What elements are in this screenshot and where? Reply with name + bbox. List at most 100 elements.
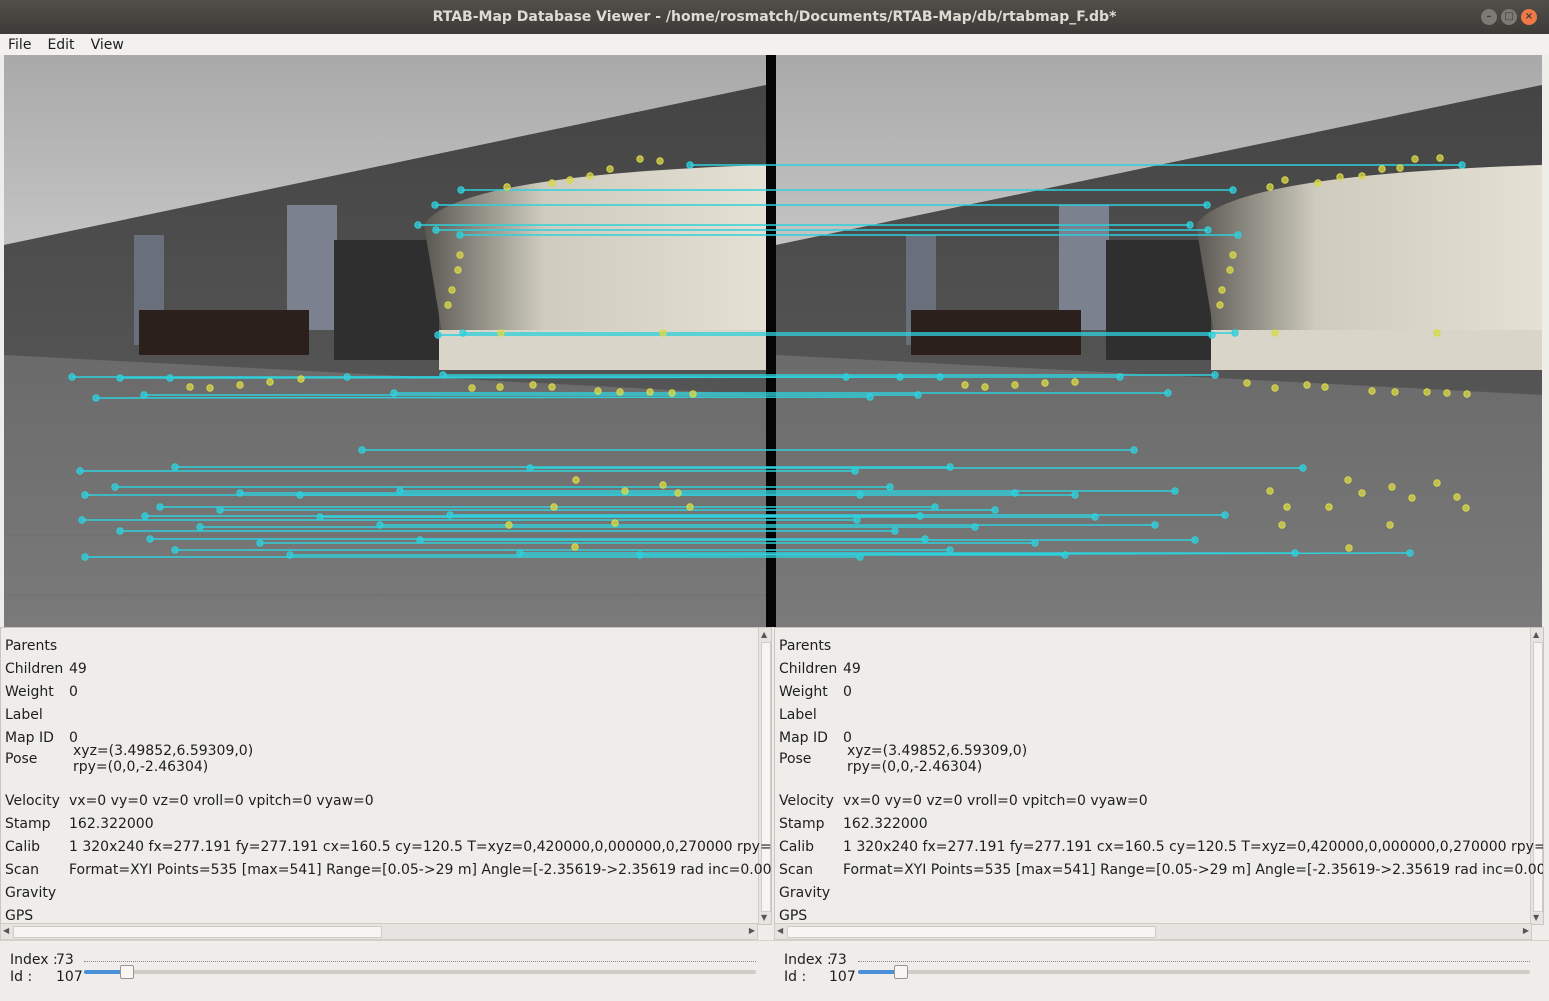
feature-match-overlay [68,154,1471,561]
keypoint-marker [550,503,558,511]
keypoint-marker [1211,371,1219,379]
info-value-secondary: rpy=(0,0,-2.46304) [73,759,209,775]
info-key: Scan [5,862,40,878]
keypoint-marker [1336,173,1344,181]
maximize-icon[interactable]: □ [1501,9,1517,25]
keypoint-marker [1281,176,1289,184]
keypoint-marker [1453,493,1461,501]
keypoint-marker [141,512,149,520]
keypoint-marker [448,286,456,294]
keypoint-marker [81,491,89,499]
keypoint-marker [853,516,861,524]
info-row: Children 49 [779,661,861,677]
keypoint-marker [689,390,697,398]
menu-file[interactable]: File [0,37,39,53]
keypoint-marker [636,155,644,163]
scroll-left-icon[interactable]: ◀ [3,926,9,935]
scroll-right-icon[interactable]: ▶ [749,926,755,935]
keypoint-marker [851,467,859,475]
keypoint-marker [961,381,969,389]
keypoint-marker [1462,504,1470,512]
keypoint-marker [1368,387,1376,395]
info-row: Weight 0 [779,684,852,700]
match-line [95,396,871,399]
keypoint-marker [674,489,682,497]
left-horizontal-scrollbar[interactable]: ◀ ▶ [0,923,758,940]
keypoint-marker [431,201,439,209]
keypoint-marker [316,513,324,521]
info-row: Stamp 162.322000 [779,816,928,832]
keypoint-marker [216,506,224,514]
info-value: vx=0 vy=0 vz=0 vroll=0 vpitch=0 vyaw=0 [69,793,374,809]
keypoint-marker [1436,154,1444,162]
keypoint-marker [156,503,164,511]
keypoint-marker [891,527,899,535]
info-key: Gravity [779,885,831,901]
info-key: Calib [779,839,815,855]
scroll-down-icon[interactable]: ▼ [1533,913,1539,922]
keypoint-marker [206,384,214,392]
right-horizontal-scrollbar[interactable]: ◀ ▶ [774,923,1532,940]
info-key: GPS [779,908,808,924]
keypoint-marker [1171,487,1179,495]
keypoint-marker [92,394,100,402]
keypoint-marker [446,511,454,519]
keypoint-marker [566,176,574,184]
keypoint-marker [516,549,524,557]
keypoint-marker [946,546,954,554]
info-key: GPS [5,908,34,924]
menu-edit[interactable]: Edit [39,37,82,53]
keypoint-marker [116,527,124,535]
keypoint-marker [1358,489,1366,497]
keypoint-marker [616,388,624,396]
left-slider-track[interactable] [84,970,756,974]
scroll-down-icon[interactable]: ▼ [761,913,767,922]
keypoint-marker [886,483,894,491]
info-key: Weight [5,684,54,700]
keypoint-marker [444,301,452,309]
minimize-icon[interactable]: – [1481,9,1497,25]
keypoint-marker [68,373,76,381]
keypoint-marker [636,551,644,559]
keypoint-marker [1071,378,1079,386]
scroll-left-icon[interactable]: ◀ [777,926,783,935]
keypoint-marker [572,476,580,484]
info-key: Parents [5,638,58,654]
keypoint-marker [1411,155,1419,163]
keypoint-marker [1234,231,1242,239]
right-info-panel[interactable]: ▲ ▼ Parents Children 49 Weight 0 Label Map ID 0… [774,627,1544,925]
keypoint-marker [1396,164,1404,172]
scroll-right-icon[interactable]: ▶ [1523,926,1529,935]
info-key: Weight [779,684,828,700]
keypoint-marker [548,383,556,391]
left-id-value: 107 [56,969,83,985]
scroll-up-icon[interactable]: ▲ [1533,630,1539,639]
keypoint-marker [439,371,447,379]
keypoint-marker [140,391,148,399]
keypoint-marker [1325,503,1333,511]
right-vertical-scrollbar[interactable]: ▲ ▼ [1530,628,1543,924]
keypoint-marker [1130,446,1138,454]
keypoint-marker [1388,483,1396,491]
info-row: GPS [5,908,69,924]
right-slider-handle[interactable] [894,965,908,979]
keypoint-marker [497,329,505,337]
keypoint-marker [1271,329,1279,337]
left-info-panel[interactable]: ▲ ▼ Parents Children 49 Weight 0 Label Map ID 0… [0,627,772,925]
left-index-value: 73 [56,952,74,968]
keypoint-marker [991,506,999,514]
right-slider-track[interactable] [858,970,1530,974]
left-slider-handle[interactable] [120,965,134,979]
keypoint-marker [571,543,579,551]
close-icon[interactable]: × [1521,9,1537,25]
keypoint-marker [1378,165,1386,173]
window-title: RTAB-Map Database Viewer - /home/rosmatc… [432,9,1117,25]
keypoint-marker [686,503,694,511]
menu-view[interactable]: View [83,37,132,53]
right-index-label: Index : [784,952,832,968]
keypoint-marker [78,516,86,524]
keypoint-marker [1204,226,1212,234]
scroll-up-icon[interactable]: ▲ [761,630,767,639]
keypoint-marker [1186,221,1194,229]
left-vertical-scrollbar[interactable]: ▲ ▼ [758,628,771,924]
